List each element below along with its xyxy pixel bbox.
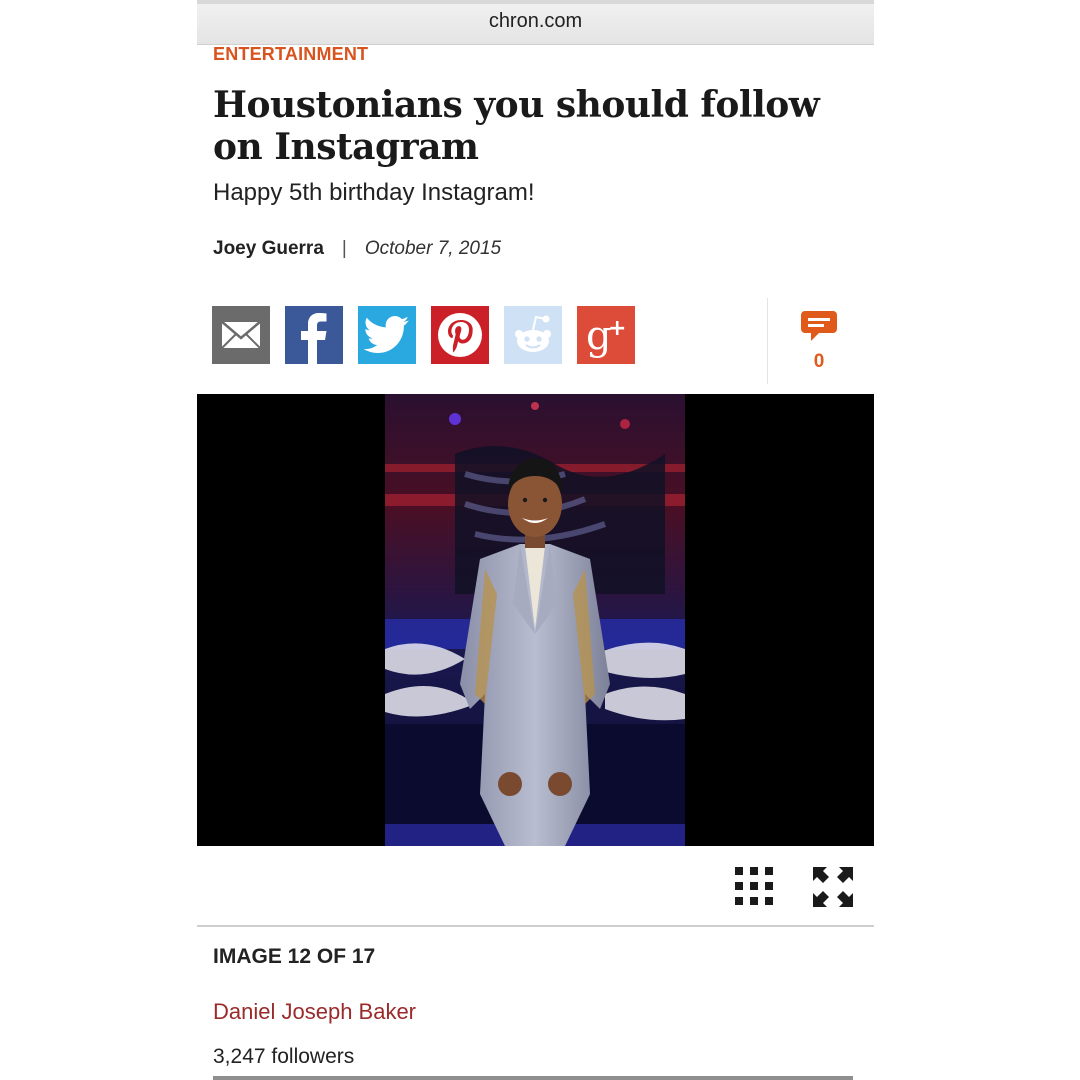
author-name[interactable]: Joey Guerra bbox=[213, 238, 324, 260]
publish-date: October 7, 2015 bbox=[364, 238, 502, 259]
svg-text:+: + bbox=[608, 316, 626, 341]
image-counter: IMAGE 12 OF 17 bbox=[213, 945, 376, 968]
phone-screen: chron.com ENTERTAINMENT Houstonians you … bbox=[197, 0, 874, 1080]
email-icon bbox=[220, 320, 262, 350]
person-name-link[interactable]: Daniel Joseph Baker bbox=[213, 999, 416, 1025]
gallery-controls bbox=[197, 846, 874, 926]
fullscreen-icon[interactable] bbox=[813, 867, 853, 907]
gallery-photo[interactable] bbox=[385, 394, 685, 846]
comment-count: 0 bbox=[813, 351, 825, 372]
browser-address-bar[interactable]: chron.com bbox=[197, 0, 874, 45]
share-reddit-button[interactable] bbox=[504, 306, 562, 364]
article-headline: Houstonians you should follow on Instagr… bbox=[213, 84, 820, 168]
follower-count: 3,247 followers bbox=[213, 1045, 355, 1068]
share-divider bbox=[767, 298, 768, 384]
twitter-icon bbox=[364, 316, 410, 354]
reddit-icon bbox=[515, 315, 551, 352]
pinterest-icon bbox=[438, 313, 482, 357]
gallery-viewer[interactable] bbox=[197, 394, 874, 846]
share-google-plus-button[interactable]: g + bbox=[577, 306, 635, 364]
grid-view-icon[interactable] bbox=[735, 867, 773, 905]
share-pinterest-button[interactable] bbox=[431, 306, 489, 364]
status-bar-edge bbox=[197, 0, 874, 4]
byline: Joey Guerra | October 7, 2015 bbox=[213, 238, 501, 260]
share-twitter-button[interactable] bbox=[358, 306, 416, 364]
byline-separator: | bbox=[341, 238, 347, 259]
comments-button[interactable]: 0 bbox=[797, 308, 841, 373]
google-plus-icon: g + bbox=[586, 313, 626, 359]
photo-image bbox=[385, 394, 685, 846]
share-facebook-button[interactable] bbox=[285, 306, 343, 364]
section-divider bbox=[197, 925, 874, 927]
article-subhead: Happy 5th birthday Instagram! bbox=[213, 179, 535, 206]
share-bar: g + bbox=[212, 306, 635, 364]
facebook-icon bbox=[301, 313, 327, 364]
url-text[interactable]: chron.com bbox=[197, 10, 874, 33]
caption-cutoff bbox=[213, 1072, 853, 1080]
comment-bubble-icon bbox=[801, 311, 837, 341]
share-email-button[interactable] bbox=[212, 306, 270, 364]
category-label[interactable]: ENTERTAINMENT bbox=[213, 44, 368, 65]
